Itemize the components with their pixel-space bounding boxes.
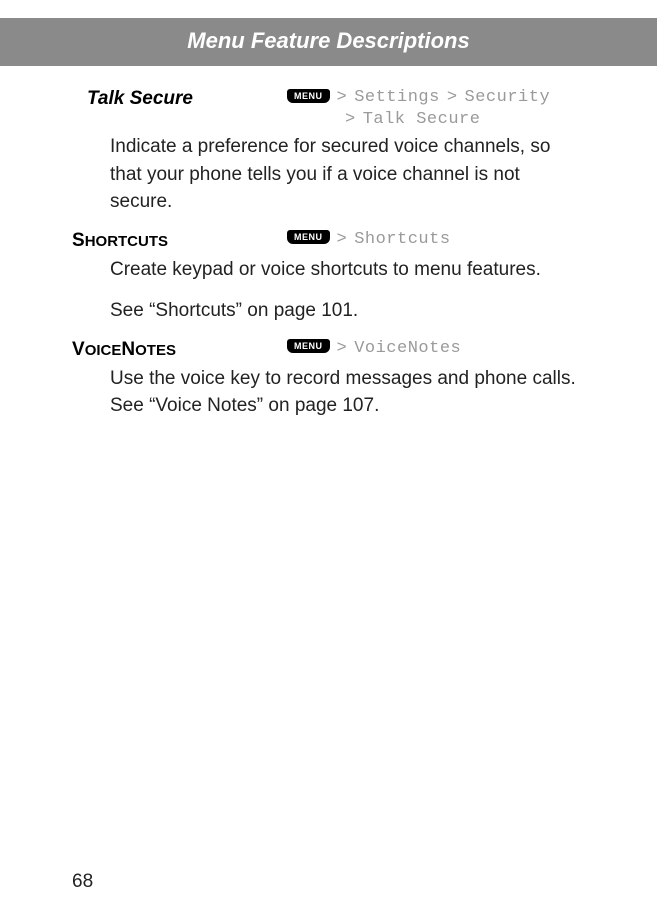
nav-path-container: MENU > Settings > Security > Talk Secure	[287, 88, 585, 129]
feature-title-shortcuts: SHORTCUTS	[72, 230, 287, 252]
page-header: Menu Feature Descriptions	[0, 18, 657, 66]
feature-row: VOICENOTES MENU > VoiceNotes	[72, 339, 585, 361]
separator: >	[337, 230, 348, 249]
content-area: Talk Secure MENU > Settings > Security >…	[0, 66, 657, 420]
nav-path-line: MENU > Settings > Security	[287, 88, 585, 107]
body-text-talk-secure: Indicate a preference for secured voice …	[72, 133, 585, 216]
body-text-shortcuts-1: Create keypad or voice shortcuts to menu…	[72, 256, 585, 284]
title-first-char: N	[121, 339, 135, 360]
title-rest: OTES	[135, 342, 176, 359]
path-shortcuts: Shortcuts	[354, 230, 450, 249]
menu-key-icon: MENU	[287, 230, 330, 244]
nav-path-line: MENU > Shortcuts	[287, 230, 585, 249]
path-security: Security	[465, 88, 551, 107]
title-rest: OICE	[85, 342, 122, 359]
body-text-shortcuts-2: See “Shortcuts” on page 101.	[72, 297, 585, 325]
title-first-char: V	[72, 339, 85, 360]
nav-path-container: MENU > Shortcuts	[287, 230, 585, 249]
nav-path-line: > Talk Secure	[287, 110, 585, 129]
feature-title-voicenotes: VOICENOTES	[72, 339, 287, 361]
nav-path-container: MENU > VoiceNotes	[287, 339, 585, 358]
separator: >	[337, 339, 348, 358]
section-voicenotes: VOICENOTES MENU > VoiceNotes Use the voi…	[72, 339, 585, 420]
path-settings: Settings	[354, 88, 440, 107]
path-voicenotes: VoiceNotes	[354, 339, 461, 358]
section-talk-secure: Talk Secure MENU > Settings > Security >…	[72, 88, 585, 216]
feature-row: Talk Secure MENU > Settings > Security >…	[72, 88, 585, 129]
nav-path-line: MENU > VoiceNotes	[287, 339, 585, 358]
feature-title-talk-secure: Talk Secure	[72, 88, 287, 110]
title-first-char: S	[72, 230, 85, 251]
separator: >	[447, 88, 458, 107]
feature-row: SHORTCUTS MENU > Shortcuts	[72, 230, 585, 252]
page-number: 68	[72, 871, 93, 893]
section-shortcuts: SHORTCUTS MENU > Shortcuts Create keypad…	[72, 230, 585, 325]
separator: >	[345, 110, 356, 129]
menu-key-icon: MENU	[287, 89, 330, 103]
menu-key-icon: MENU	[287, 339, 330, 353]
title-rest: HORTCUTS	[85, 233, 168, 250]
body-text-voicenotes: Use the voice key to record messages and…	[72, 365, 585, 420]
page-title: Menu Feature Descriptions	[187, 28, 469, 53]
separator: >	[337, 88, 348, 107]
path-talk-secure: Talk Secure	[363, 110, 481, 129]
